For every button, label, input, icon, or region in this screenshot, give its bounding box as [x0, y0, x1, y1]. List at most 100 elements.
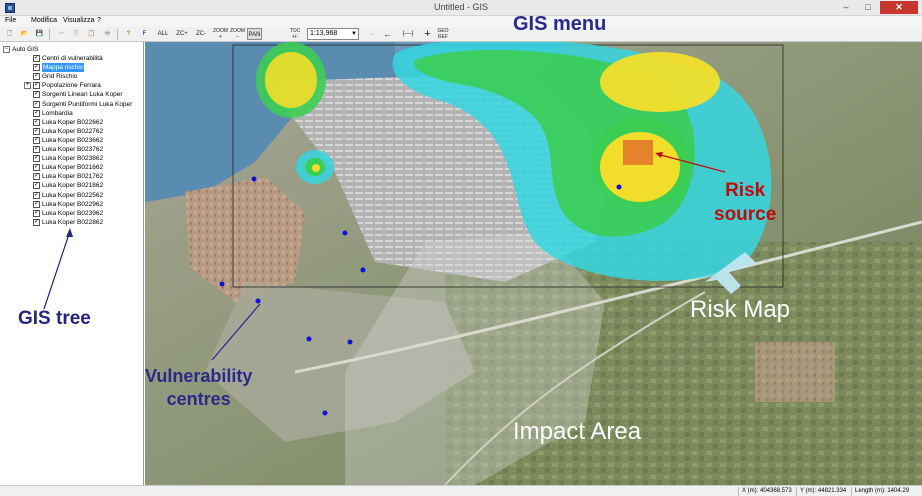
tree-item-label: Luka Koper B022662 [42, 118, 104, 126]
help-icon[interactable]: ? [122, 28, 135, 40]
annotation-risk-map: Risk Map [690, 296, 791, 323]
maximize-button[interactable]: □ [858, 1, 878, 14]
status-length: Length (m): 1404.29 [851, 487, 909, 496]
layer-checkbox[interactable]: ✓ [33, 118, 40, 126]
measure-icon[interactable]: |----| [399, 28, 417, 40]
menu-modifica[interactable]: Modifica [31, 17, 57, 24]
vulnerability-point[interactable] [360, 267, 366, 273]
zoom-in-button[interactable]: ZOOM + [213, 28, 228, 40]
annotation-gis-menu: GIS menu [513, 13, 607, 35]
scale-value: 1:13,968 [310, 30, 338, 37]
tree-item[interactable]: ✓ Luka Koper B023962 [0, 209, 144, 218]
layer-checkbox[interactable]: ✓ [33, 64, 40, 72]
tree-item[interactable]: ✓ Centri di vulnerabilità [0, 54, 144, 63]
minimize-button[interactable]: – [836, 1, 856, 14]
pan-button[interactable]: PAN [247, 28, 262, 40]
zoom-plus-button[interactable]: ZC+ [174, 28, 190, 40]
menu-help[interactable]: ? [97, 17, 101, 24]
layer-checkbox[interactable]: ✓ [33, 109, 40, 117]
tree-item[interactable]: ✓ Luka Koper B021862 [0, 181, 144, 190]
vulnerability-point[interactable] [219, 281, 225, 287]
layer-checkbox[interactable]: ✓ [33, 173, 40, 181]
print-icon[interactable]: 🖶 [101, 28, 114, 40]
tree-item[interactable]: ✓ Luka Koper B023662 [0, 136, 144, 145]
tree-item-label: Luka Koper B022562 [42, 191, 104, 199]
tree-item[interactable]: ✓ Mappa rischio [0, 63, 144, 73]
status-y-coordinate: Y (m): 44821.334 [796, 487, 846, 496]
tree-item[interactable]: ✓ Luka Koper B022662 [0, 118, 144, 127]
layer-checkbox[interactable]: ✓ [33, 182, 40, 190]
tree-item-label: Lombardia [42, 109, 73, 117]
copy-icon[interactable]: ⎘ [70, 28, 83, 40]
tree-item-label: Luka Koper B021762 [42, 173, 104, 181]
f-button[interactable]: F [138, 28, 151, 40]
tree-item-label: Luka Koper B022762 [42, 127, 104, 135]
collapse-icon[interactable]: − [3, 46, 10, 53]
all-button[interactable]: ALL [155, 28, 171, 40]
tree-item[interactable]: ✓ Grid Rischio [0, 72, 144, 81]
paste-icon[interactable]: 📋 [85, 28, 98, 40]
layer-checkbox[interactable]: ✓ [33, 146, 40, 153]
layer-checkbox[interactable]: ✓ [33, 100, 40, 108]
status-x-coordinate: X (m): 404368.573 [738, 487, 792, 496]
tree-item[interactable]: ✓ Luka Koper B023762 [0, 145, 144, 154]
vulnerability-point[interactable] [306, 336, 312, 342]
layer-checkbox[interactable]: ✓ [33, 155, 40, 163]
tree-root[interactable]: − Auto GIS [0, 45, 144, 54]
arrow-right-icon[interactable]: → [365, 28, 378, 40]
close-button[interactable]: ✕ [880, 1, 918, 14]
vulnerability-point[interactable] [616, 184, 622, 190]
zoom-out-button[interactable]: ZOOM – [230, 28, 245, 40]
tree-item[interactable]: ✓ Luka Koper B023862 [0, 154, 144, 163]
layer-checkbox[interactable]: ✓ [33, 55, 40, 62]
layer-checkbox[interactable]: ✓ [33, 191, 40, 199]
tree-item-label: Luka Koper B022962 [42, 200, 104, 208]
cut-icon[interactable]: ✂ [55, 28, 68, 40]
layer-checkbox[interactable]: ✓ [33, 164, 40, 172]
tree-item[interactable]: ✓ Luka Koper B022562 [0, 191, 144, 200]
tree-item-label: Grid Rischio [42, 73, 78, 81]
open-folder-icon[interactable]: 📂 [18, 28, 31, 40]
tree-item-label: Luka Koper B021862 [42, 182, 104, 190]
window-title: Untitled - GIS [433, 2, 489, 12]
toc-button[interactable]: TOC +/- [288, 28, 302, 40]
layer-checkbox[interactable]: ✓ [33, 127, 40, 135]
tree-item[interactable]: ✓ Lombardia [0, 109, 144, 118]
layer-checkbox[interactable]: ✓ [33, 91, 40, 99]
layer-checkbox[interactable]: ✓ [33, 73, 40, 81]
layer-checkbox[interactable]: ✓ [33, 218, 40, 226]
layer-checkbox[interactable]: ✓ [33, 200, 40, 208]
vulnerability-point[interactable] [322, 410, 328, 416]
risk-source-site [623, 140, 653, 165]
tree-item[interactable]: ✓ Sorgenti Lineari Luka Koper [0, 90, 144, 99]
layer-checkbox[interactable]: ✓ [33, 82, 40, 90]
arrow-left-icon[interactable]: ← [381, 28, 394, 40]
expand-icon[interactable]: + [24, 82, 31, 90]
scale-select[interactable]: 1:13,968 ▼ [307, 28, 359, 40]
tree-item-label: Luka Koper B023662 [42, 136, 104, 144]
tree-root-label: Auto GIS [12, 46, 39, 53]
vulnerability-point[interactable] [342, 230, 348, 236]
toolbar-separator [117, 29, 118, 40]
menu-file[interactable]: File [5, 17, 16, 24]
tree-item-label: Sorgenti Lineari Luka Koper [42, 91, 123, 99]
risk-zone-inner-north [600, 52, 720, 112]
new-file-icon[interactable]: 🗋 [3, 28, 16, 40]
tree-item[interactable]: ✓ Luka Koper B021762 [0, 172, 144, 181]
crosshair-icon[interactable]: + [421, 28, 434, 40]
layer-checkbox[interactable]: ✓ [33, 136, 40, 144]
save-icon[interactable]: 💾 [33, 28, 46, 40]
menu-visualizza[interactable]: Visualizza [63, 17, 94, 24]
georef-button[interactable]: GEO REF [436, 28, 450, 40]
vulnerability-point[interactable] [347, 339, 353, 345]
zoom-minus-button[interactable]: ZC- [193, 28, 209, 40]
tree-item-label: Centri di vulnerabilità [42, 55, 103, 62]
tree-item[interactable]: ✓ Luka Koper B021662 [0, 163, 144, 172]
tree-item[interactable]: + ✓ Popolazione Ferrara [0, 81, 144, 90]
vulnerability-point[interactable] [251, 176, 257, 182]
tree-item[interactable]: ✓ Sorgenti Puntiformi Luka Koper [0, 100, 144, 109]
tree-item[interactable]: ✓ Luka Koper B022962 [0, 200, 144, 209]
layer-checkbox[interactable]: ✓ [33, 209, 40, 217]
vulnerability-point[interactable] [255, 298, 261, 304]
tree-item[interactable]: ✓ Luka Koper B022762 [0, 127, 144, 136]
